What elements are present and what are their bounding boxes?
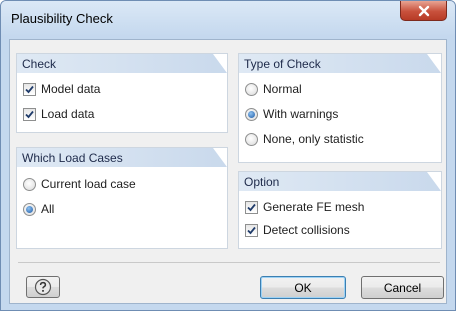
load-data-label: Load data <box>41 107 95 121</box>
check-mark-icon <box>247 226 256 234</box>
header-fold <box>427 54 441 73</box>
model-data-checkbox[interactable] <box>23 82 36 96</box>
detect-collisions-checkbox[interactable] <box>245 223 258 237</box>
window-title: Plausibility Check <box>11 11 113 26</box>
detect-collisions-label: Detect collisions <box>263 223 350 237</box>
detect-collisions-checkbox-row[interactable]: Detect collisions <box>245 222 350 238</box>
close-button[interactable] <box>400 1 447 21</box>
with-warnings-label: With warnings <box>263 107 339 121</box>
dialog-window: Plausibility Check Check Model data Load… <box>0 0 456 311</box>
model-data-checkbox-row[interactable]: Model data <box>23 81 100 97</box>
generate-fe-mesh-label: Generate FE mesh <box>263 200 365 214</box>
radio-dot <box>26 205 33 213</box>
cancel-button[interactable]: Cancel <box>361 276 444 299</box>
none-only-statistic-label: None, only statistic <box>263 132 364 146</box>
option-group-header: Option <box>239 172 441 191</box>
none-only-statistic-radio[interactable] <box>245 132 258 146</box>
check-group-title: Check <box>22 57 57 71</box>
current-load-case-radio-row[interactable]: Current load case <box>23 176 136 192</box>
header-fold <box>213 148 227 167</box>
load-data-checkbox[interactable] <box>23 107 36 121</box>
normal-radio-row[interactable]: Normal <box>245 81 302 97</box>
all-radio-row[interactable]: All <box>23 201 54 217</box>
footer-separator <box>18 262 440 263</box>
option-group-title: Option <box>244 175 280 189</box>
model-data-label: Model data <box>41 82 101 96</box>
all-label: All <box>41 202 55 216</box>
option-group: Option Generate FE mesh Detect collision… <box>238 171 442 249</box>
help-icon <box>34 278 52 296</box>
current-load-case-radio[interactable] <box>23 177 36 191</box>
normal-label: Normal <box>263 82 302 96</box>
normal-radio[interactable] <box>245 82 258 96</box>
check-group-header: Check <box>17 54 227 73</box>
check-mark-icon <box>25 85 34 93</box>
type-of-check-group-header: Type of Check <box>239 54 441 73</box>
load-cases-group-header: Which Load Cases <box>17 148 227 167</box>
dialog-content: Check Model data Load data Which Load Ca… <box>9 39 447 304</box>
radio-dot <box>248 110 255 118</box>
help-button[interactable] <box>26 276 60 298</box>
generate-fe-mesh-checkbox-row[interactable]: Generate FE mesh <box>245 199 364 215</box>
check-mark-icon <box>247 203 256 211</box>
close-icon <box>418 5 429 16</box>
header-fold <box>213 54 227 73</box>
current-load-case-label: Current load case <box>41 177 136 191</box>
all-radio[interactable] <box>23 202 36 216</box>
check-group: Check Model data Load data <box>16 53 228 133</box>
none-only-statistic-radio-row[interactable]: None, only statistic <box>245 131 364 147</box>
with-warnings-radio-row[interactable]: With warnings <box>245 106 338 122</box>
load-data-checkbox-row[interactable]: Load data <box>23 106 94 122</box>
type-of-check-group: Type of Check Normal With warnings None,… <box>238 53 442 163</box>
check-mark-icon <box>25 110 34 118</box>
ok-button[interactable]: OK <box>260 276 346 299</box>
with-warnings-radio[interactable] <box>245 107 258 121</box>
generate-fe-mesh-checkbox[interactable] <box>245 200 258 214</box>
title-bar[interactable]: Plausibility Check <box>1 1 455 37</box>
header-fold <box>427 172 441 191</box>
type-of-check-group-title: Type of Check <box>244 57 321 71</box>
load-cases-group-title: Which Load Cases <box>22 151 123 165</box>
load-cases-group: Which Load Cases Current load case All <box>16 147 228 249</box>
